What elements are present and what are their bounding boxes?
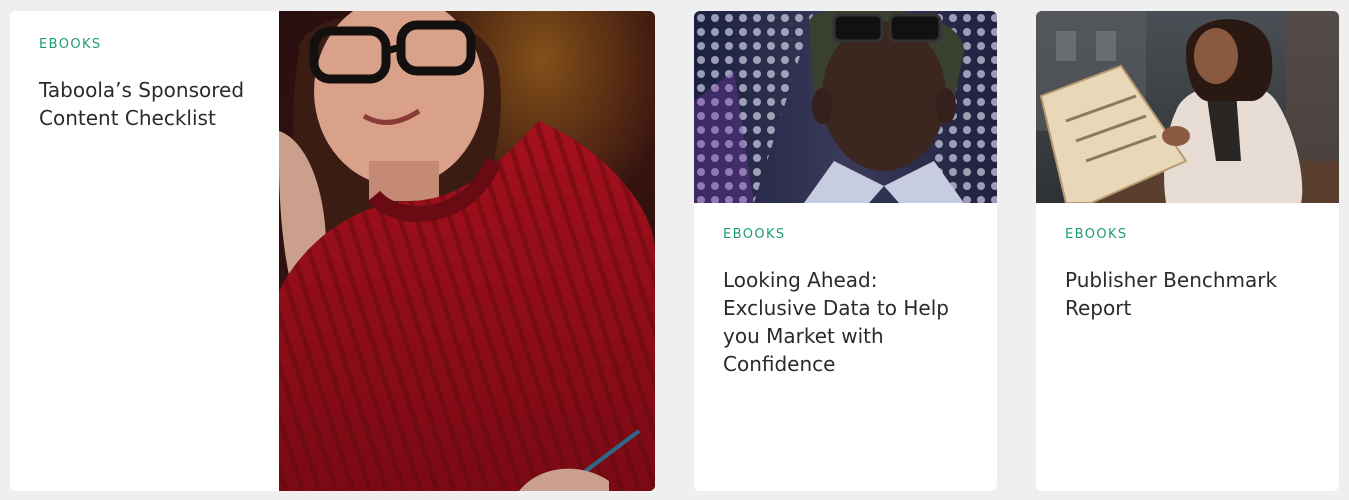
ebook-card-publisher-benchmark[interactable]: EBOOKS Publisher Benchmark Report	[1036, 11, 1339, 491]
category-label: EBOOKS	[723, 227, 786, 242]
card-title[interactable]: Taboola’s Sponsored Content Checklist	[39, 76, 259, 132]
card-title[interactable]: Publisher Benchmark Report	[1065, 266, 1319, 322]
category-label: EBOOKS	[39, 37, 102, 52]
card-text: EBOOKS Taboola’s Sponsored Content Check…	[10, 11, 279, 491]
ebook-card-sponsored-content-checklist[interactable]: EBOOKS Taboola’s Sponsored Content Check…	[10, 11, 655, 491]
category-label: EBOOKS	[1065, 227, 1128, 242]
ebook-card-looking-ahead[interactable]: EBOOKS Looking Ahead: Exclusive Data to …	[694, 11, 997, 491]
man-glasses-lights-photo[interactable]	[694, 11, 997, 203]
woman-red-sweater-photo[interactable]	[279, 11, 655, 491]
card-title[interactable]: Looking Ahead: Exclusive Data to Help yo…	[723, 266, 977, 378]
card-text: EBOOKS Publisher Benchmark Report	[1036, 203, 1339, 322]
woman-reading-newspaper-photo[interactable]	[1036, 11, 1339, 203]
card-text: EBOOKS Looking Ahead: Exclusive Data to …	[694, 203, 997, 378]
